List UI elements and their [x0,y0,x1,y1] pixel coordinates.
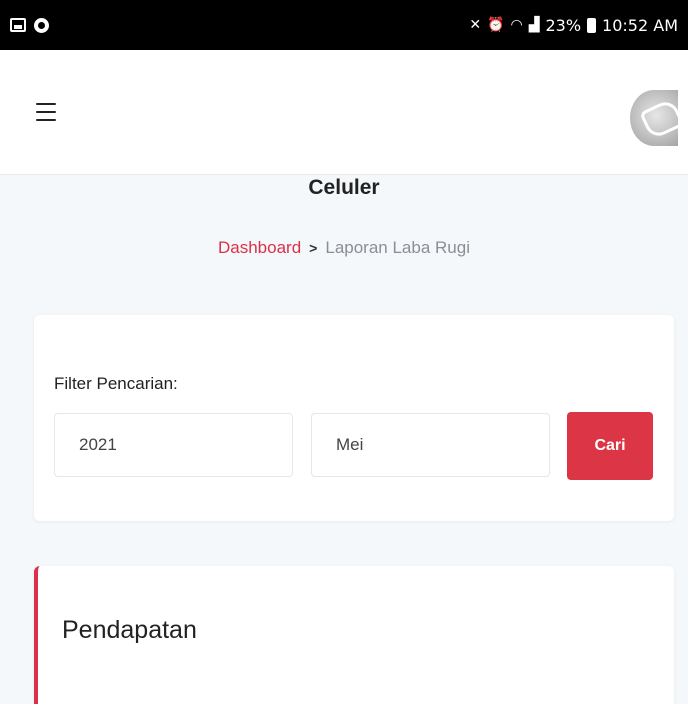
battery-icon [587,17,597,33]
app-header [0,50,688,175]
breadcrumb: Dashboard > Laporan Laba Rugi [0,238,688,258]
income-section-title: Pendapatan [62,616,197,644]
hamburger-menu-icon[interactable] [36,103,56,121]
circle-dot-icon [34,17,49,33]
search-button[interactable]: Cari [567,412,653,480]
breadcrumb-separator: > [309,240,318,256]
filter-label: Filter Pencarian: [54,374,178,393]
filter-card: Filter Pencarian: 2021 Mei Cari [34,315,674,521]
breadcrumb-dashboard-link[interactable]: Dashboard [218,238,301,257]
image-icon [10,18,26,32]
income-section-card: Pendapatan [34,566,674,704]
year-field[interactable]: 2021 [54,413,293,477]
page-title: Celuler [308,176,380,199]
wifi-icon: ◠ [510,17,523,33]
signal-icon: ▟ [528,17,540,33]
status-bar-left [10,17,49,33]
user-avatar-icon[interactable] [630,90,678,146]
month-field[interactable]: Mei [311,413,550,477]
status-bar-right: ✕ ⏰ ◠ ▟ 23% 10:52 AM [469,16,678,35]
breadcrumb-current: Laporan Laba Rugi [325,238,470,257]
alarm-icon: ⏰ [487,17,505,33]
battery-percent: 23% [545,15,582,35]
status-time: 10:52 AM [602,15,678,35]
mute-icon: ✕ [469,17,482,33]
status-bar: ✕ ⏰ ◠ ▟ 23% 10:52 AM [0,0,688,50]
